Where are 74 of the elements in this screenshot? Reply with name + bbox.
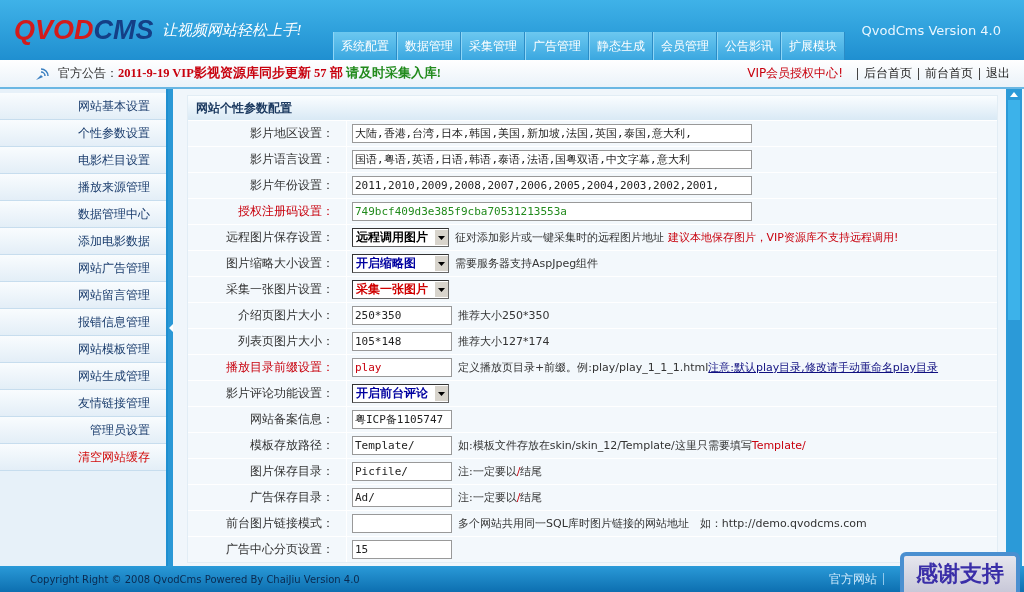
field-label: 图片保存目录： [188, 459, 347, 484]
field-label: 远程图片保存设置： [188, 225, 347, 250]
hint-text: 征对添加影片或一键采集时的远程图片地址 建议本地保存图片，VIP资源库不支持远程调用! [455, 230, 899, 245]
sidebar-item[interactable]: 管理员设置 [0, 417, 166, 444]
dropdown[interactable]: 开启缩略图 [352, 254, 449, 273]
sidebar-item[interactable]: 添加电影数据 [0, 228, 166, 255]
field-label: 网站备案信息： [188, 407, 347, 432]
field-label: 采集一张图片设置： [188, 277, 347, 302]
sidebar-item[interactable]: 网站留言管理 [0, 282, 166, 309]
dropdown[interactable]: 采集一张图片 [352, 280, 449, 299]
input-field[interactable]: 粤ICP备1105747 [352, 410, 452, 429]
top-link[interactable]: 前台首页 [925, 65, 973, 82]
field-label: 模板存放路径： [188, 433, 347, 458]
field-label: 授权注册码设置： [188, 199, 347, 224]
input-field[interactable]: 国语,粤语,英语,日语,韩语,泰语,法语,国粤双语,中文字幕,意大利 [352, 150, 752, 169]
dropdown[interactable]: 开启前台评论 [352, 384, 449, 403]
input-field[interactable]: 749bcf409d3e385f9cba70531213553a [352, 202, 752, 221]
field-label: 前台图片链接模式： [188, 511, 347, 536]
top-link[interactable]: 后台首页 [864, 65, 912, 82]
sidebar-item[interactable]: 电影栏目设置 [0, 147, 166, 174]
field-label: 图片缩略大小设置： [188, 251, 347, 276]
hint-text: 注:一定要以/结尾 [458, 490, 543, 505]
sidebar-item[interactable]: 网站基本设置 [0, 93, 166, 120]
hint-text: 推荐大小250*350 [458, 308, 550, 323]
collapse-arrow-icon[interactable] [168, 323, 173, 332]
sidebar-item[interactable]: 网站生成管理 [0, 363, 166, 390]
field-label: 影片年份设置： [188, 173, 347, 198]
sidebar-item[interactable]: 播放来源管理 [0, 174, 166, 201]
input-field[interactable]: Template/ [352, 436, 452, 455]
hint-text: 多个网站共用同一SQL库时图片链接的网站地址 如：http://demo.qvodcms.com [458, 516, 867, 531]
scrollbar-thumb[interactable] [1008, 100, 1020, 320]
input-field[interactable]: 15 [352, 540, 452, 559]
input-field[interactable]: Ad/ [352, 488, 452, 507]
hint-text: 定义播放页目录+前缀。例:play/play_1_1_1.html [458, 360, 709, 375]
hint-text: 需要服务器支持AspJpeg组件 [455, 256, 599, 271]
vip-link[interactable]: VIP会员授权中心! [747, 65, 843, 82]
field-label: 广告保存目录： [188, 485, 347, 510]
sidebar-item[interactable]: 网站广告管理 [0, 255, 166, 282]
note-link[interactable]: 注意:默认play目录,修改请手动重命名play目录 [708, 360, 939, 375]
field-label: 影片地区设置： [188, 121, 347, 146]
top-link[interactable]: 退出 [986, 65, 1010, 82]
version-text: QvodCms Version 4.0 [861, 22, 1001, 38]
sidebar-item[interactable]: 友情链接管理 [0, 390, 166, 417]
field-label: 列表页图片大小： [188, 329, 347, 354]
sidebar-item[interactable]: 个性参数设置 [0, 120, 166, 147]
notice-text: 2011-9-19 VIP影视资源库同步更新 57 部 请及时采集入库! [118, 65, 441, 82]
input-field[interactable]: 105*148 [352, 332, 452, 351]
scrollbar[interactable] [1006, 89, 1022, 566]
input-field[interactable]: play [352, 358, 452, 377]
input-field[interactable]: 大陆,香港,台湾,日本,韩国,美国,新加坡,法国,英国,泰国,意大利, [352, 124, 752, 143]
notice-label: 官方公告： [58, 65, 118, 82]
input-field[interactable]: 2011,2010,2009,2008,2007,2006,2005,2004,2003,2002,2001, [352, 176, 752, 195]
slogan: 让视频网站轻松上手! [161, 20, 302, 40]
dropdown[interactable]: 远程调用图片 [352, 228, 449, 247]
field-label: 介绍页图片大小： [188, 303, 347, 328]
panel-title: 网站个性参数配置 [188, 96, 997, 120]
sidebar-item[interactable]: 清空网站缓存 [0, 444, 166, 471]
input-field[interactable]: 250*350 [352, 306, 452, 325]
input-field[interactable]: Picfile/ [352, 462, 452, 481]
sidebar-item[interactable]: 数据管理中心 [0, 201, 166, 228]
field-label: 影片评论功能设置： [188, 381, 347, 406]
field-label: 播放目录前缀设置： [188, 355, 347, 380]
input-field[interactable] [352, 514, 452, 533]
logo: QVODCMS [14, 15, 154, 45]
field-label: 影片语言设置： [188, 147, 347, 172]
scroll-up-icon[interactable] [1010, 92, 1018, 97]
sidebar-item[interactable]: 报错信息管理 [0, 309, 166, 336]
copyright-text: Copyright Right © 2008 QvodCms Powered By ChaiJiu Version 4.0 [30, 573, 360, 585]
field-label: 广告中心分页设置： [188, 537, 347, 562]
hint-text: 注:一定要以/结尾 [458, 464, 543, 479]
hint-text: 如:模板文件存放在skin/skin_12/Template/这里只需要填写Template/ [458, 438, 806, 453]
sidebar-item[interactable]: 网站模板管理 [0, 336, 166, 363]
hint-text: 推荐大小127*174 [458, 334, 550, 349]
thanks-badge[interactable]: 感谢支持 [900, 552, 1020, 592]
